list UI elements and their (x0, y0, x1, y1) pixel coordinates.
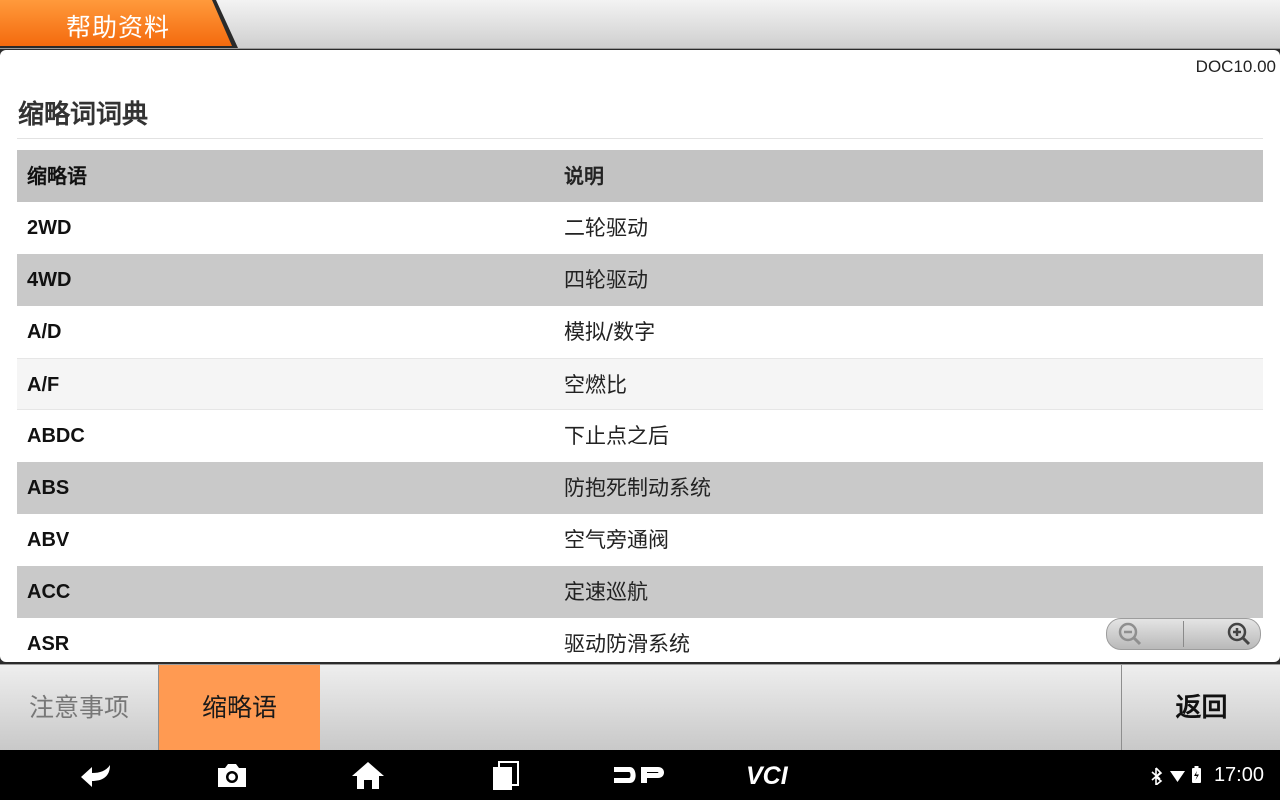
title-tab: 帮助资料 (0, 0, 240, 48)
abbreviation-table[interactable]: 缩略语 说明 2WD 二轮驱动 4WD 四轮驱动 A/D 模拟/数字 A/F 空… (17, 150, 1263, 662)
zoom-in-icon[interactable] (1226, 621, 1252, 647)
table-row[interactable]: 2WD 二轮驱动 (17, 202, 1263, 254)
desc-cell: 空燃比 (564, 373, 627, 397)
table-row[interactable]: ABS 防抱死制动系统 (17, 462, 1263, 514)
table-row[interactable]: 4WD 四轮驱动 (17, 254, 1263, 306)
abbr-cell: A/F (27, 374, 60, 396)
desc-cell: 防抱死制动系统 (564, 476, 711, 500)
desc-cell: 二轮驱动 (564, 216, 648, 240)
column-header-abbr: 缩略语 (27, 164, 87, 188)
zoom-divider (1183, 621, 1184, 647)
vci-icon[interactable]: VCI (744, 759, 810, 791)
abbr-cell: A/D (27, 321, 62, 343)
section-divider (17, 138, 1263, 139)
table-row[interactable]: ABV 空气旁通阀 (17, 514, 1263, 566)
bluetooth-icon (1151, 767, 1163, 787)
desc-cell: 定速巡航 (564, 580, 648, 604)
function-bar: 注意事项 缩略语 返回 (0, 664, 1280, 751)
desc-cell: 四轮驱动 (564, 268, 648, 292)
desc-cell: 驱动防滑系统 (564, 632, 690, 656)
window-title: 帮助资料 (66, 13, 171, 42)
abbr-cell: ABS (27, 477, 70, 499)
recent-apps-icon[interactable] (485, 759, 525, 791)
camera-icon[interactable] (212, 759, 252, 791)
table-row[interactable]: A/D 模拟/数字 (17, 306, 1263, 358)
zoom-out-icon[interactable] (1117, 621, 1143, 647)
home-icon[interactable] (348, 759, 388, 791)
table-header-row: 缩略语 说明 (17, 150, 1263, 202)
table-row[interactable]: ACC 定速巡航 (17, 566, 1263, 618)
content-panel: DOC10.00 缩略词词典 缩略语 说明 2WD 二轮驱动 4WD 四轮驱动 … (0, 50, 1280, 662)
abbr-cell: 2WD (27, 217, 72, 239)
back-icon[interactable] (78, 759, 118, 791)
desc-cell: 模拟/数字 (564, 320, 656, 344)
abbr-cell: ABV (27, 529, 70, 551)
battery-icon (1192, 766, 1201, 783)
abbr-cell: ABDC (27, 425, 85, 447)
status-time: 17:00 (1213, 764, 1264, 786)
notes-tab-button[interactable]: 注意事项 (0, 665, 159, 751)
abbr-cell: ACC (27, 581, 71, 603)
section-title: 缩略词词典 (18, 100, 149, 130)
table-row[interactable]: ABDC 下止点之后 (17, 410, 1263, 462)
wifi-icon (1170, 771, 1185, 782)
table-row[interactable]: A/F 空燃比 (17, 358, 1263, 410)
back-button[interactable]: 返回 (1121, 665, 1280, 751)
abbreviations-tab-button[interactable]: 缩略语 (159, 665, 320, 751)
zoom-control (1106, 618, 1261, 650)
system-nav-bar: VCI 17:00 (0, 750, 1280, 800)
desc-cell: 下止点之后 (564, 424, 669, 448)
document-version: DOC10.00 (1195, 57, 1276, 76)
column-header-desc: 说明 (564, 164, 604, 188)
abbr-cell: ASR (27, 633, 70, 655)
desc-cell: 空气旁通阀 (564, 528, 669, 552)
title-bar: 帮助资料 (0, 0, 1280, 49)
abbr-cell: 4WD (27, 269, 72, 291)
table-row[interactable]: ASR 驱动防滑系统 (17, 618, 1263, 662)
dp-logo-icon[interactable] (610, 759, 670, 791)
svg-text:VCI: VCI (746, 762, 789, 790)
status-icons (1150, 765, 1208, 787)
